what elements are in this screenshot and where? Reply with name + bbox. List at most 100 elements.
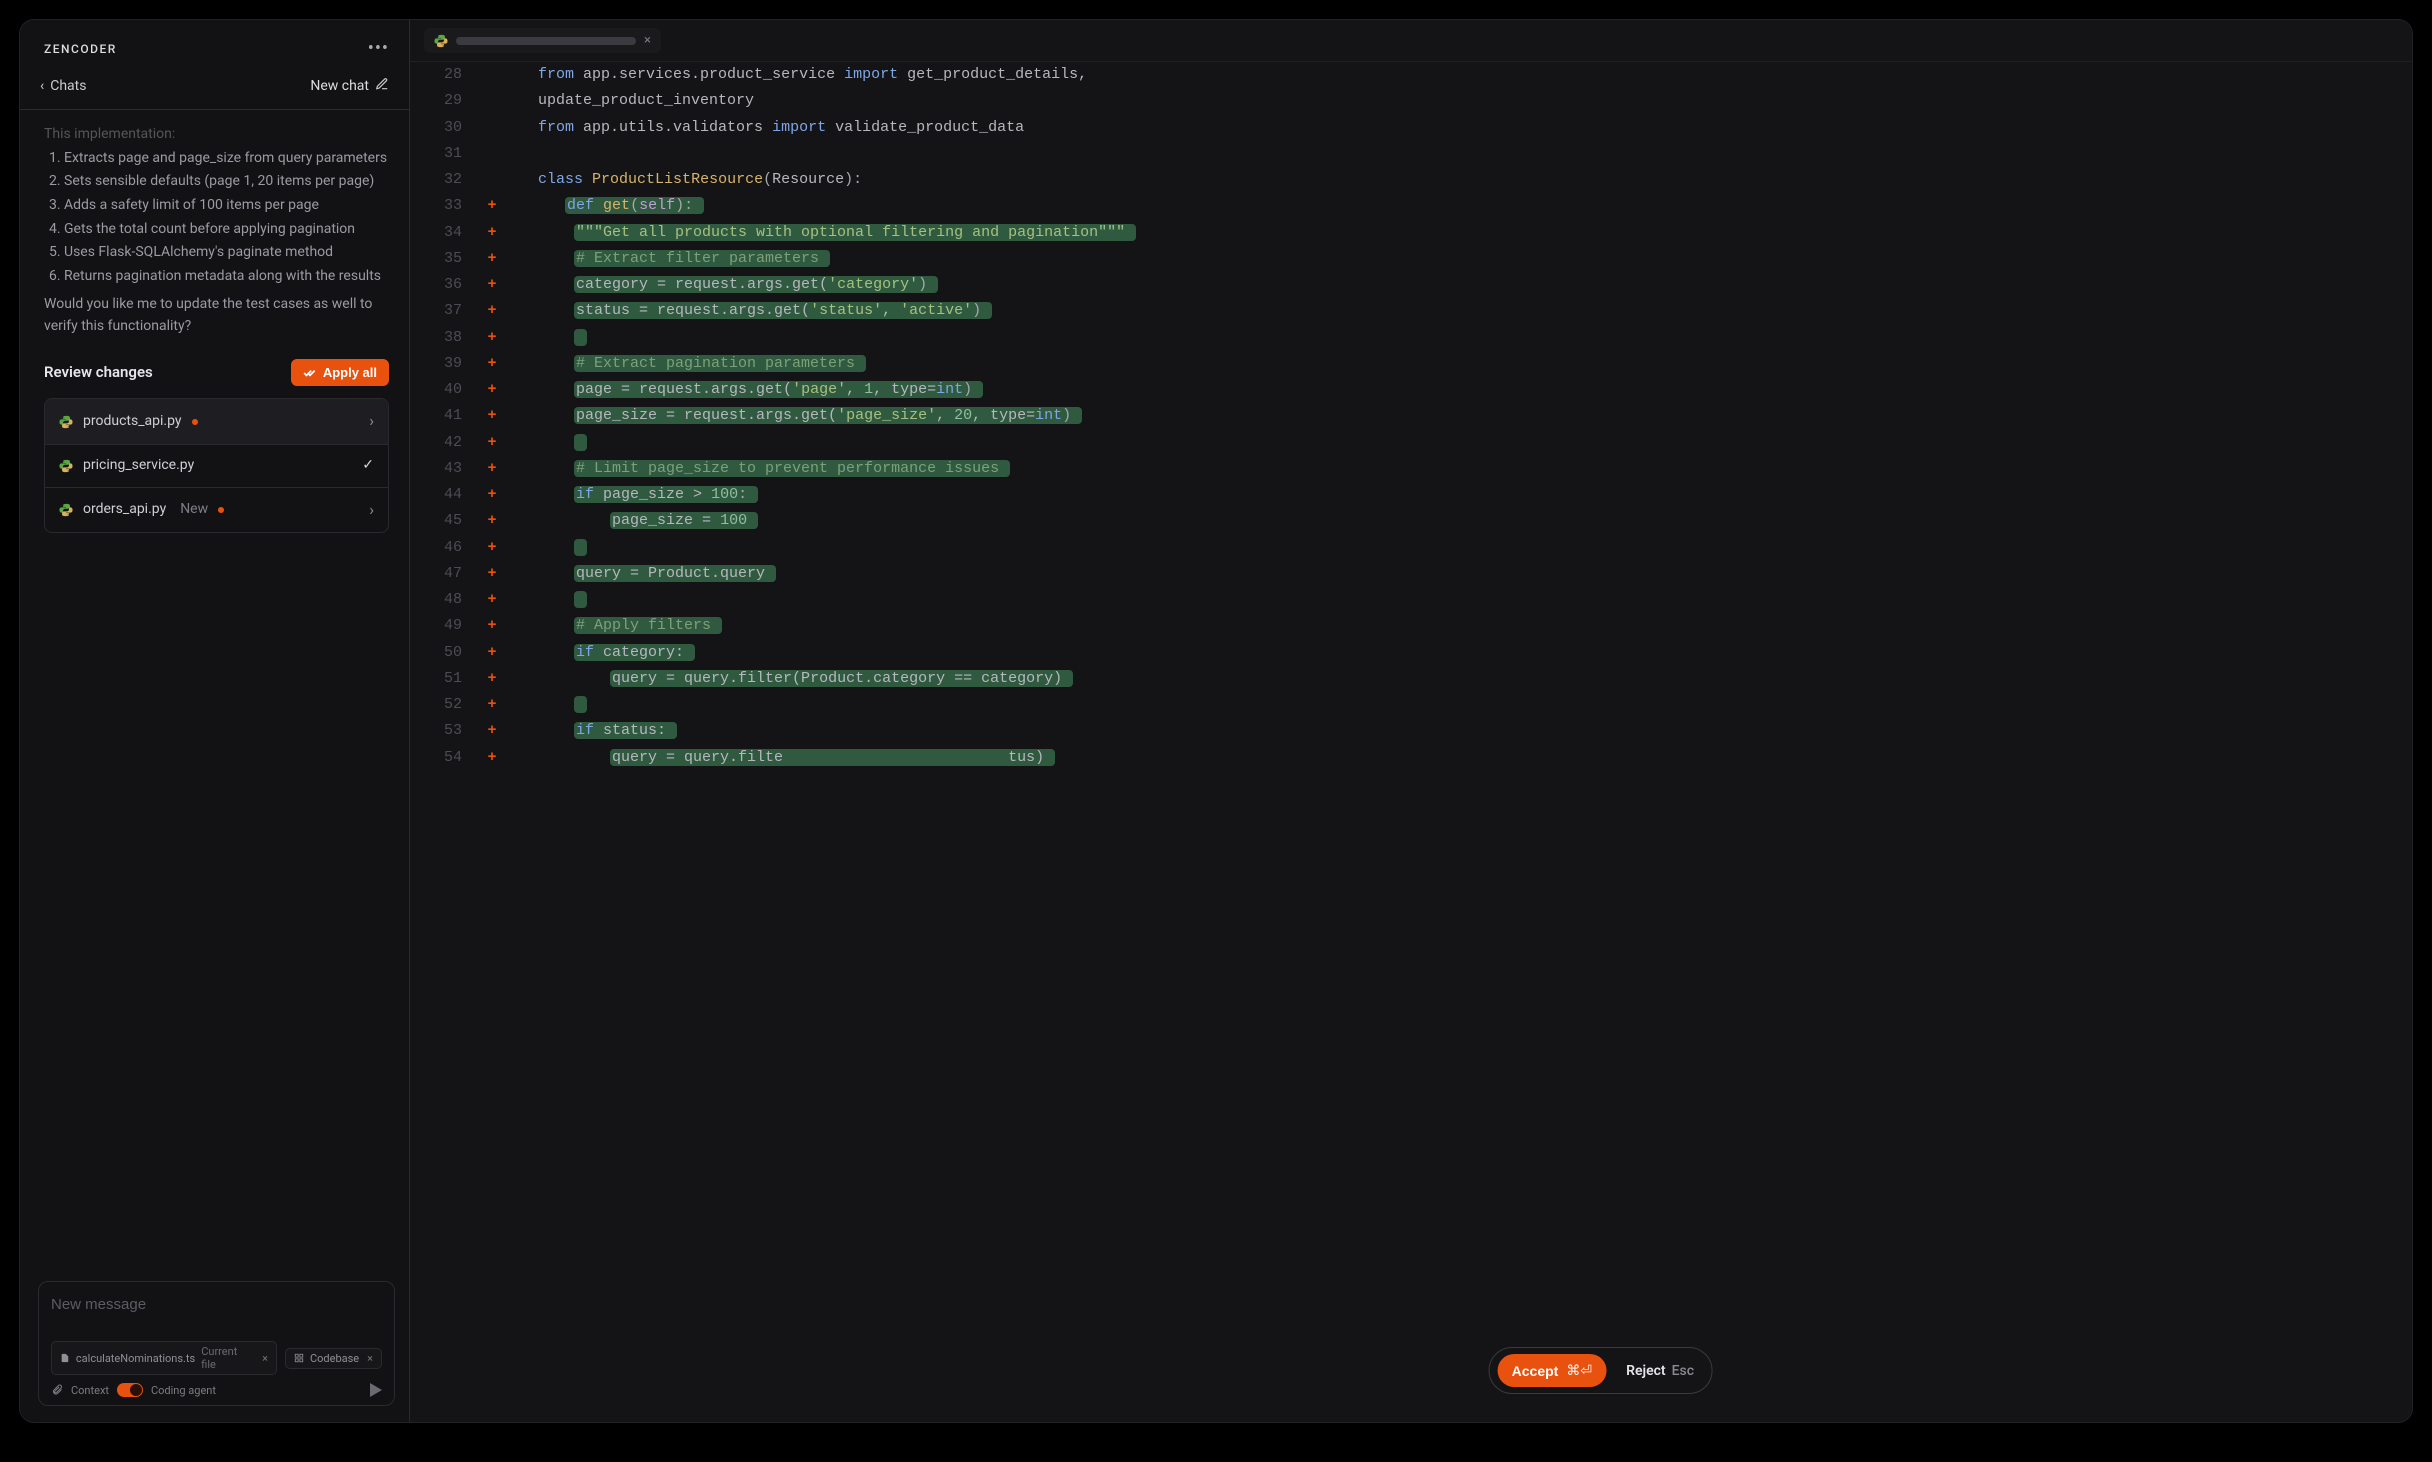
new-chat-button[interactable]: New chat — [310, 77, 389, 95]
code-content — [502, 587, 2412, 613]
python-icon — [59, 503, 73, 517]
code-view[interactable]: 28 from app.services.product_service imp… — [410, 62, 2412, 1422]
editor-pane: × 28 from app.services.product_service i… — [410, 20, 2412, 1422]
code-line: 39+ # Extract pagination parameters — [410, 351, 2412, 377]
reject-button[interactable]: Reject Esc — [1616, 1357, 1704, 1385]
back-label: Chats — [50, 78, 86, 94]
code-line: 28 from app.services.product_service imp… — [410, 62, 2412, 88]
diff-plus-marker: + — [482, 640, 502, 666]
diff-plus-marker: + — [482, 377, 502, 403]
code-content: # Limit page_size to prevent performance… — [502, 456, 2412, 482]
code-content: if category: — [502, 640, 2412, 666]
diff-plus-marker: + — [482, 508, 502, 534]
diff-plus-marker: + — [482, 220, 502, 246]
tab-title-placeholder — [456, 37, 636, 45]
chip-remove-icon[interactable]: × — [262, 1352, 268, 1365]
send-icon[interactable] — [370, 1383, 382, 1397]
reject-shortcut: Esc — [1672, 1363, 1694, 1379]
chip-file-note: Current file — [201, 1345, 254, 1371]
grid-icon — [294, 1353, 304, 1363]
check-icon: ✓ — [362, 455, 374, 477]
accept-label: Accept — [1512, 1363, 1559, 1379]
line-number: 42 — [426, 430, 472, 456]
code-line: 37+ status = request.args.get('status', … — [410, 298, 2412, 324]
code-content: from app.utils.validators import validat… — [502, 115, 2412, 141]
line-number: 45 — [426, 508, 472, 534]
review-title: Review changes — [44, 361, 153, 384]
diff-plus-marker: + — [482, 246, 502, 272]
code-line: 40+ page = request.args.get('page', 1, t… — [410, 377, 2412, 403]
code-content: """Get all products with optional filter… — [502, 220, 2412, 246]
code-line: 30 from app.utils.validators import vali… — [410, 115, 2412, 141]
line-number: 49 — [426, 613, 472, 639]
diff-plus-marker: + — [482, 666, 502, 692]
code-line: 53+ if status: — [410, 718, 2412, 744]
reject-label: Reject — [1626, 1363, 1666, 1379]
code-line: 44+ if page_size > 100: — [410, 482, 2412, 508]
code-content — [502, 692, 2412, 718]
code-content: query = Product.query — [502, 561, 2412, 587]
editor-tab[interactable]: × — [424, 28, 661, 53]
code-line: 45 + page_size = 100 — [410, 508, 2412, 534]
code-content: page_size = request.args.get('page_size'… — [502, 403, 2412, 429]
accept-button[interactable]: Accept ⌘⏎ — [1498, 1354, 1606, 1387]
code-line: 47+ query = Product.query — [410, 561, 2412, 587]
apply-all-button[interactable]: Apply all — [291, 359, 389, 386]
python-icon — [59, 415, 73, 429]
back-to-chats[interactable]: ‹ Chats — [40, 78, 86, 94]
diff-plus-marker: + — [482, 403, 502, 429]
code-line: 42+ — [410, 430, 2412, 456]
message-input[interactable] — [51, 1296, 382, 1313]
code-line: 48+ — [410, 587, 2412, 613]
implementation-point: Adds a safety limit of 100 items per pag… — [64, 195, 389, 217]
close-icon[interactable]: × — [644, 33, 651, 48]
implementation-point: Sets sensible defaults (page 1, 20 items… — [64, 171, 389, 193]
line-number: 53 — [426, 718, 472, 744]
code-content: if status: — [502, 718, 2412, 744]
editor-tabbar: × — [410, 20, 2412, 62]
line-number: 44 — [426, 482, 472, 508]
changed-files-list: products_api.py›pricing_service.py✓order… — [44, 398, 389, 533]
chip-current-file[interactable]: calculateNominations.ts Current file × — [51, 1341, 277, 1375]
chevron-right-icon: › — [369, 498, 374, 523]
code-content: def get(self): — [502, 193, 2412, 219]
code-content: page_size = 100 — [502, 508, 2412, 534]
chip-codebase[interactable]: Codebase × — [285, 1348, 382, 1369]
unsaved-dot-icon — [192, 419, 198, 425]
implementation-list: Extracts page and page_size from query p… — [44, 148, 389, 288]
diff-plus-marker: + — [482, 272, 502, 298]
line-number: 30 — [426, 115, 472, 141]
python-icon — [59, 459, 73, 473]
changed-file-item[interactable]: pricing_service.py✓ — [45, 444, 388, 487]
implementation-point: Returns pagination metadata along with t… — [64, 266, 389, 288]
composer: calculateNominations.ts Current file × C… — [38, 1281, 395, 1406]
diff-plus-marker: + — [482, 193, 502, 219]
line-number: 37 — [426, 298, 472, 324]
python-icon — [434, 34, 448, 48]
code-line: 43+ # Limit page_size to prevent perform… — [410, 456, 2412, 482]
diff-plus-marker: + — [482, 692, 502, 718]
code-content — [502, 430, 2412, 456]
code-content — [502, 535, 2412, 561]
code-line: 49+ # Apply filters — [410, 613, 2412, 639]
line-number: 34 — [426, 220, 472, 246]
chip-file-name: calculateNominations.ts — [76, 1352, 195, 1365]
changed-file-item[interactable]: orders_api.pyNew› — [45, 487, 388, 533]
chat-body: This implementation: Extracts page and p… — [20, 110, 409, 1267]
line-number: 50 — [426, 640, 472, 666]
file-tag: New — [180, 499, 208, 521]
changed-file-item[interactable]: products_api.py› — [45, 399, 388, 444]
chip-remove-icon[interactable]: × — [367, 1352, 373, 1365]
code-content: class ProductListResource(Resource): — [502, 167, 2412, 193]
agent-label: Coding agent — [151, 1384, 216, 1397]
context-label: Context — [71, 1384, 109, 1397]
code-line: 51+ query = query.filter(Product.categor… — [410, 666, 2412, 692]
code-content: status = request.args.get('status', 'act… — [502, 298, 2412, 324]
line-number: 28 — [426, 62, 472, 88]
code-content: page = request.args.get('page', 1, type=… — [502, 377, 2412, 403]
paperclip-icon[interactable] — [51, 1384, 63, 1396]
diff-plus-marker: + — [482, 456, 502, 482]
coding-agent-toggle[interactable] — [117, 1383, 143, 1397]
more-menu-icon[interactable]: ••• — [368, 38, 389, 59]
context-chips: calculateNominations.ts Current file × C… — [51, 1341, 382, 1375]
